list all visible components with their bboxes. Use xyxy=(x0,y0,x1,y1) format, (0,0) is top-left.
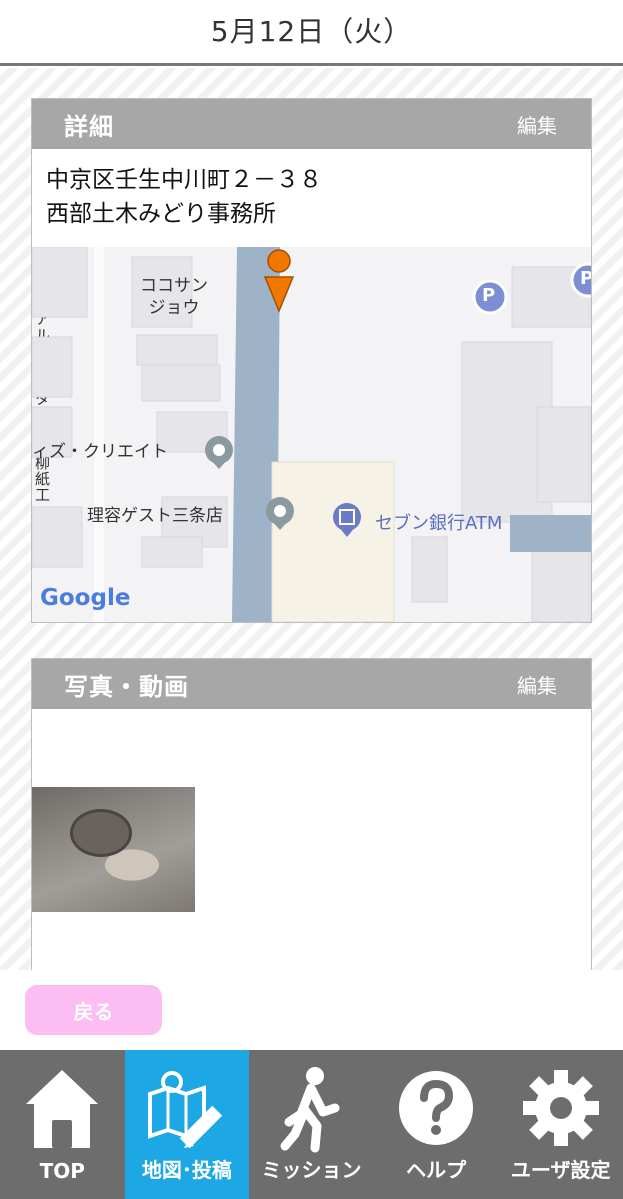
map-label-izu-create: ィズ・クリエイト xyxy=(32,442,168,462)
details-title: 詳細 xyxy=(64,112,114,141)
parking-icon: P xyxy=(482,285,496,306)
tab-help-label: ヘルプ xyxy=(406,1158,467,1182)
photos-card: 写真・動画 編集 xyxy=(31,658,592,971)
photos-card-header: 写真・動画 編集 xyxy=(32,659,591,709)
map-label-kokosan: ココサン ジョウ xyxy=(140,276,208,318)
help-icon xyxy=(399,1071,474,1145)
tab-top-label: TOP xyxy=(39,1159,85,1183)
address-line-2: 西部土木みどり事務所 xyxy=(46,201,276,227)
walking-person-icon xyxy=(280,1067,340,1153)
tab-map-post[interactable]: 地図･投稿 xyxy=(124,1050,250,1199)
tab-map-post-label: 地図･投稿 xyxy=(141,1158,232,1182)
tab-top[interactable]: TOP xyxy=(0,1050,125,1199)
map-graphic xyxy=(32,247,591,622)
tab-mission[interactable]: ミッション xyxy=(249,1050,374,1199)
details-card-header: 詳細 編集 xyxy=(32,99,591,149)
details-edit-button[interactable]: 編集 xyxy=(517,110,557,139)
photos-body xyxy=(32,709,591,971)
photos-title: 写真・動画 xyxy=(64,672,189,701)
map-poi-pin-izu xyxy=(205,436,233,469)
map-label-seven-bank: セブン銀行ATM xyxy=(375,513,503,534)
address-block: 中京区壬生中川町２－３８ 西部土木みどり事務所 xyxy=(32,149,591,247)
google-logo: Google xyxy=(40,585,131,611)
map-pencil-icon xyxy=(147,1071,223,1149)
page-title-date: 5月12日（火） xyxy=(210,14,413,48)
address-line-1: 中京区壬生中川町２－３８ xyxy=(46,167,322,193)
page-header: 5月12日（火） xyxy=(0,0,623,66)
tab-mission-label: ミッション xyxy=(261,1158,362,1182)
map-view[interactable]: ココサン ジョウ 京都 美京 ィズ・クリエイト 理容ゲスト三条店 セブン銀行AT… xyxy=(32,247,591,622)
home-icon xyxy=(26,1070,99,1148)
manhole-cover-image xyxy=(70,809,132,857)
tab-help[interactable]: ヘルプ xyxy=(374,1050,499,1199)
tab-user-settings[interactable]: ユーザ設定 xyxy=(498,1050,623,1199)
gear-icon xyxy=(522,1070,599,1146)
details-card: 詳細 編集 中京区壬生中川町２－３８ 西部土木みどり事務所 ココサン ジョウ ィ… xyxy=(31,98,592,623)
parking-icon-2: P xyxy=(580,268,591,289)
tab-bar: TOP 地図･投稿 ミッション ヘルプ ユーザ設定 xyxy=(0,1050,623,1199)
back-button[interactable]: 戻る xyxy=(25,985,162,1035)
photos-edit-button[interactable]: 編集 xyxy=(517,670,557,699)
photo-thumbnail[interactable] xyxy=(32,787,195,912)
tab-user-settings-label: ユーザ設定 xyxy=(510,1158,611,1182)
map-label-riyou-guest: 理容ゲスト三条店 xyxy=(87,506,223,526)
